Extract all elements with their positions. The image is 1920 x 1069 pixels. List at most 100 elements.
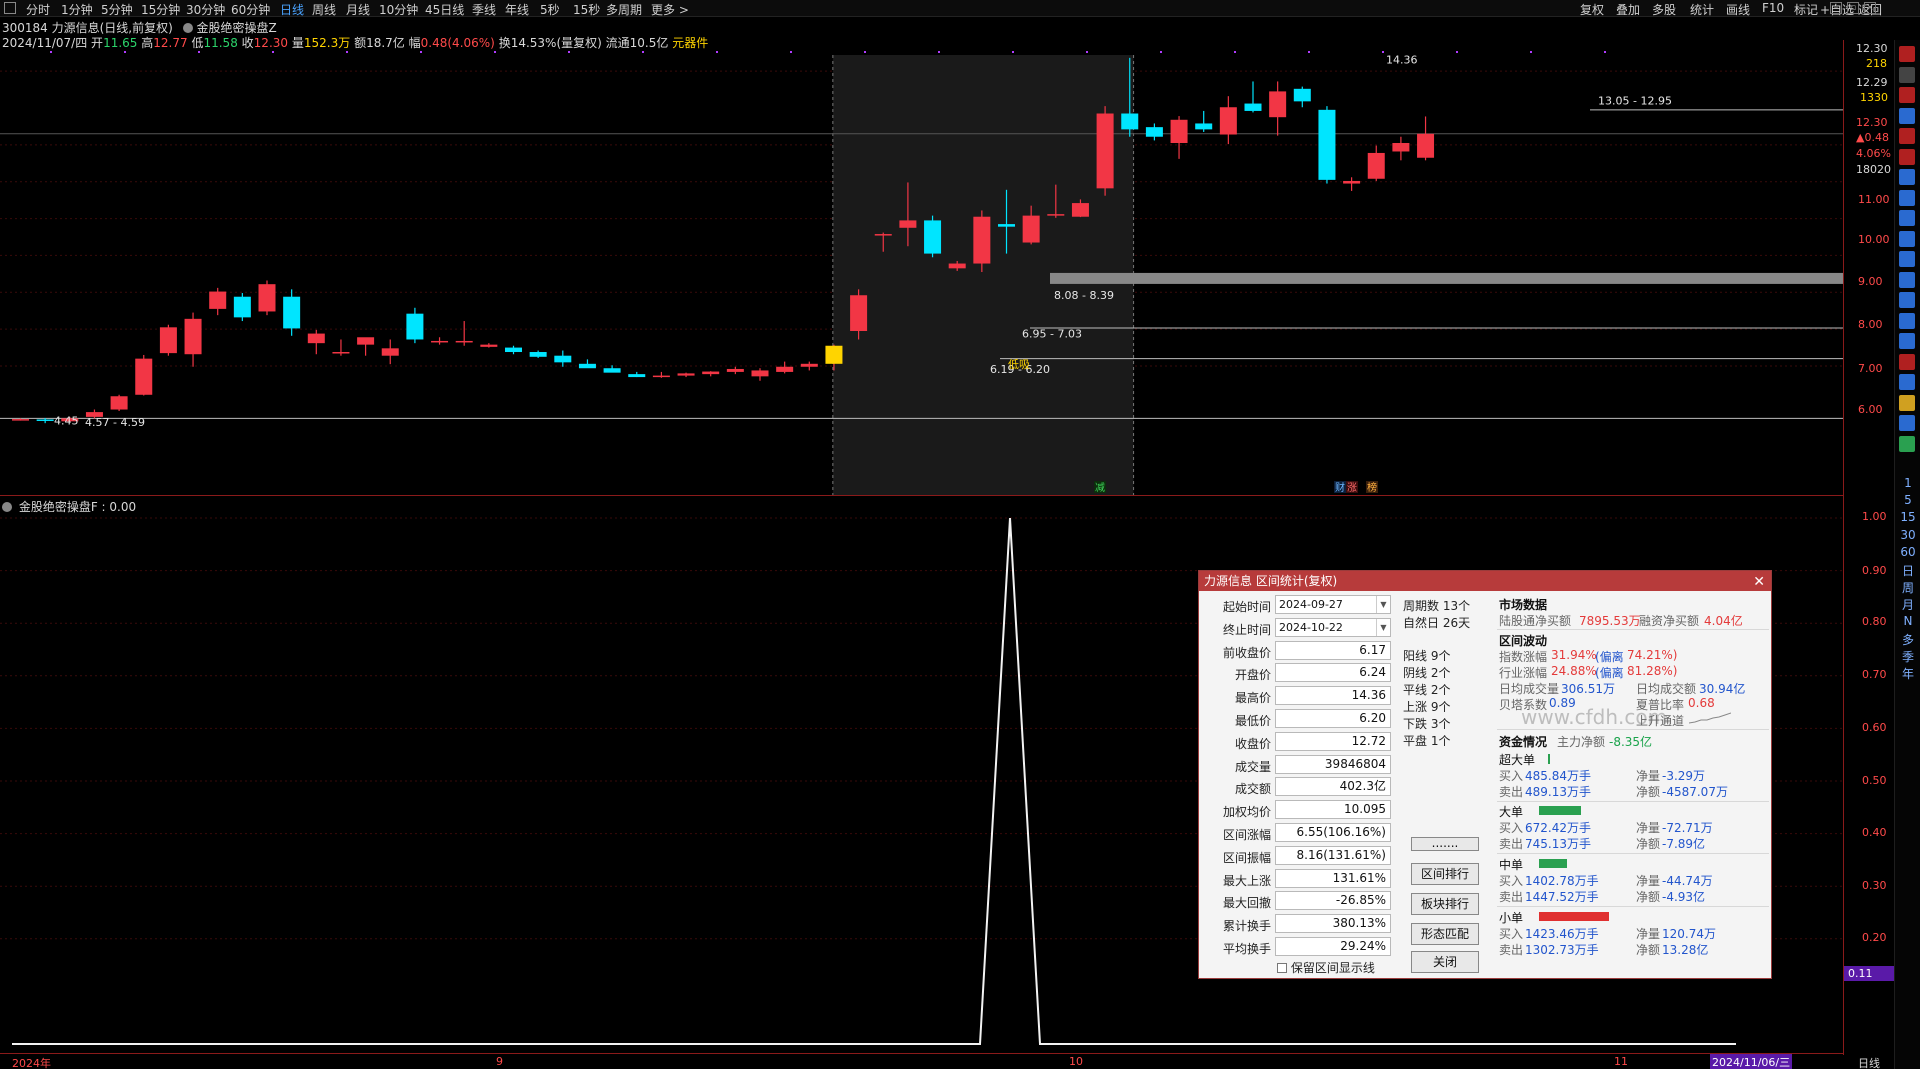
tool-4[interactable]: 画线 bbox=[1726, 1, 1750, 18]
tab-period-16[interactable]: 更多 > bbox=[651, 1, 689, 18]
candle[interactable] bbox=[1367, 145, 1385, 181]
candle[interactable] bbox=[1392, 136, 1410, 161]
tab-period-10[interactable]: 45日线 bbox=[425, 1, 464, 18]
ring-icon[interactable] bbox=[1899, 312, 1915, 329]
tool-3[interactable]: 统计 bbox=[1690, 1, 1714, 18]
tab-period-13[interactable]: 5秒 bbox=[540, 1, 560, 18]
tab-period-6[interactable]: 日线 bbox=[280, 1, 304, 18]
frz-icon[interactable] bbox=[1899, 271, 1915, 288]
candle[interactable] bbox=[1170, 116, 1188, 159]
candle[interactable] bbox=[751, 368, 769, 381]
badge-finance[interactable]: 财 bbox=[1335, 481, 1345, 494]
badge-reduce[interactable]: 减 bbox=[1095, 482, 1105, 494]
candle[interactable] bbox=[431, 337, 449, 345]
candle[interactable] bbox=[381, 339, 399, 365]
cross-icon[interactable] bbox=[1899, 46, 1915, 62]
side-period-1[interactable]: 5 bbox=[1897, 493, 1919, 507]
chevron-down-icon[interactable]: ▼ bbox=[1376, 596, 1390, 613]
tab-period-7[interactable]: 周线 bbox=[312, 1, 336, 18]
candle[interactable] bbox=[480, 343, 498, 348]
candle[interactable] bbox=[1219, 96, 1237, 145]
candle[interactable] bbox=[258, 280, 276, 316]
checkbox-box[interactable] bbox=[1277, 963, 1287, 973]
side-period-7[interactable]: 月 bbox=[1897, 596, 1919, 613]
side-period-11[interactable]: 年 bbox=[1897, 665, 1919, 682]
rsi-icon[interactable] bbox=[1899, 333, 1915, 349]
fa-icon[interactable] bbox=[1899, 210, 1915, 226]
settings-icon[interactable] bbox=[182, 23, 193, 33]
tool-1[interactable]: 叠加 bbox=[1616, 1, 1640, 18]
tab-period-14[interactable]: 15秒 bbox=[573, 1, 600, 18]
side-period-8[interactable]: N bbox=[1897, 614, 1919, 628]
candle[interactable] bbox=[1269, 81, 1287, 136]
candle[interactable] bbox=[677, 372, 695, 378]
chart-icon[interactable] bbox=[1899, 148, 1915, 165]
tab-period-3[interactable]: 15分钟 bbox=[141, 1, 180, 18]
tab-period-9[interactable]: 10分钟 bbox=[379, 1, 418, 18]
list-icon[interactable] bbox=[1899, 66, 1915, 83]
candle[interactable] bbox=[628, 371, 646, 378]
candle[interactable] bbox=[357, 337, 375, 356]
tab-period-5[interactable]: 60分钟 bbox=[231, 1, 270, 18]
candlestick-chart[interactable]: 4.57 - 4.594.456.19 - 6.206.95 - 7.038.0… bbox=[0, 43, 1843, 495]
candle[interactable] bbox=[505, 345, 522, 355]
move-icon[interactable] bbox=[1899, 374, 1915, 390]
close-icon[interactable]: ✕ bbox=[1753, 572, 1765, 592]
chart-icon[interactable] bbox=[1899, 128, 1915, 144]
side-period-2[interactable]: 15 bbox=[1897, 510, 1919, 524]
minimize-icon[interactable]: – bbox=[1830, 2, 1842, 14]
chevron-down-icon[interactable]: ▼ bbox=[1376, 618, 1390, 636]
tab-period-2[interactable]: 5分钟 bbox=[101, 1, 133, 18]
side-period-0[interactable]: 1 bbox=[1897, 476, 1919, 490]
candle[interactable] bbox=[209, 287, 227, 316]
tool-6[interactable]: 标记 bbox=[1794, 1, 1818, 18]
candle[interactable] bbox=[1195, 110, 1213, 132]
tool-0[interactable]: 复权 bbox=[1580, 1, 1604, 18]
candle[interactable] bbox=[233, 293, 251, 322]
tool-5[interactable]: F10 bbox=[1762, 1, 1784, 15]
grid-icon[interactable] bbox=[1899, 107, 1915, 124]
restore-icon[interactable]: ▫ bbox=[1847, 2, 1859, 14]
menu-icon[interactable] bbox=[4, 2, 16, 14]
candle[interactable] bbox=[554, 350, 572, 367]
dialog-title-bar[interactable]: 力源信息 区间统计(复权) ✕ bbox=[1199, 571, 1771, 591]
pattern-match-button[interactable]: 形态匹配 bbox=[1411, 923, 1479, 945]
doc-icon[interactable] bbox=[1899, 292, 1915, 308]
date-picker[interactable]: 2024-10-22 ▼ bbox=[1275, 617, 1391, 637]
tab-period-0[interactable]: 分时 bbox=[26, 1, 50, 18]
candle[interactable] bbox=[529, 350, 547, 358]
candle[interactable] bbox=[455, 321, 473, 346]
bars-icon[interactable] bbox=[1899, 87, 1915, 103]
candle[interactable] bbox=[135, 354, 153, 396]
date-period[interactable]: 日线 bbox=[1858, 1055, 1880, 1069]
side-period-6[interactable]: 周 bbox=[1897, 579, 1919, 596]
doc-icon[interactable] bbox=[1899, 169, 1915, 185]
dollar-icon[interactable] bbox=[1899, 353, 1915, 370]
close-button[interactable]: 关闭 bbox=[1411, 951, 1479, 973]
candle[interactable] bbox=[406, 307, 424, 344]
tool-2[interactable]: 多股 bbox=[1652, 1, 1676, 18]
support-band[interactable] bbox=[1050, 272, 1843, 284]
candle[interactable] bbox=[1244, 81, 1262, 113]
more-button[interactable]: ....... bbox=[1411, 837, 1479, 851]
candle[interactable] bbox=[110, 394, 128, 411]
side-period-4[interactable]: 60 bbox=[1897, 545, 1919, 559]
candle[interactable] bbox=[1293, 86, 1311, 108]
photo-icon[interactable] bbox=[1899, 435, 1915, 452]
candle[interactable] bbox=[776, 361, 794, 374]
candle[interactable] bbox=[184, 312, 202, 367]
candle[interactable] bbox=[652, 371, 670, 378]
candle[interactable] bbox=[1145, 123, 1163, 141]
candle[interactable] bbox=[307, 329, 325, 355]
candle[interactable] bbox=[800, 361, 818, 371]
badge-rank[interactable]: 榜 bbox=[1367, 481, 1377, 494]
pen-icon[interactable] bbox=[1899, 394, 1915, 411]
doc-icon[interactable] bbox=[1899, 251, 1915, 267]
indicator-name[interactable]: 金股绝密操盘Z bbox=[196, 21, 276, 35]
range-rank-button[interactable]: 区间排行 bbox=[1411, 863, 1479, 885]
candle[interactable] bbox=[1096, 106, 1114, 196]
candle[interactable] bbox=[702, 371, 720, 377]
date-picker[interactable]: 2024-09-27 ▼ bbox=[1275, 595, 1391, 614]
candle[interactable] bbox=[973, 210, 991, 273]
fs-icon[interactable] bbox=[1899, 415, 1915, 431]
